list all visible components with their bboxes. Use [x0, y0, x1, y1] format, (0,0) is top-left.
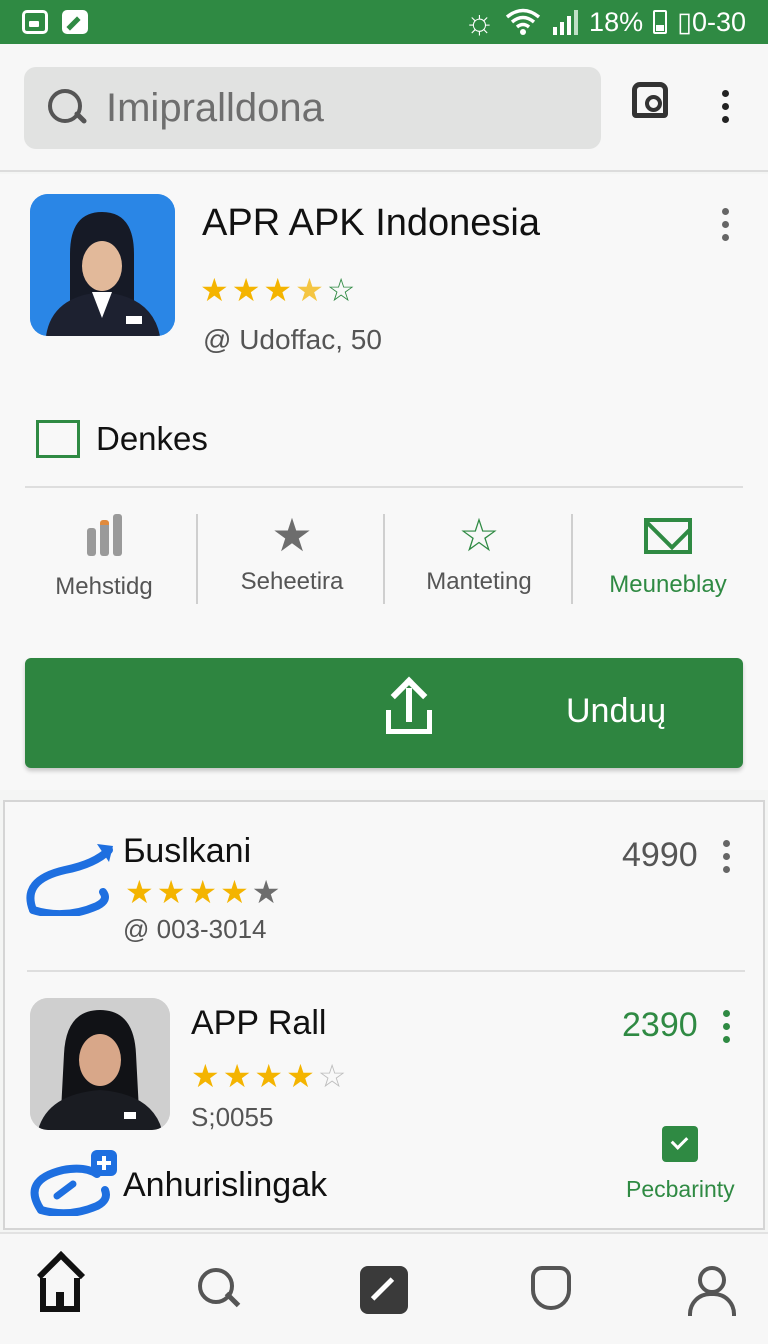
app-avatar-image	[30, 194, 175, 336]
star-outline-icon: ☆	[317, 1058, 347, 1094]
edit-icon[interactable]	[360, 1266, 408, 1314]
profile-icon[interactable]	[686, 1266, 736, 1316]
divider	[27, 970, 745, 972]
action-row: Mehstidg ★ Seheetira ☆ Manteting Meunebl…	[0, 509, 768, 606]
related-apps-list: Ƃuslkani ★ ★ ★ ★ ★ @ 003-3014 4990 APP R…	[3, 800, 765, 1230]
app-avatar[interactable]	[30, 194, 175, 336]
battery-icon	[653, 10, 668, 34]
search-icon[interactable]	[196, 1266, 244, 1314]
separator	[571, 514, 573, 604]
star-icon: ★	[251, 874, 281, 910]
action-label: Mehstidg	[55, 573, 153, 600]
top-app-bar: Imipralldona	[0, 44, 768, 172]
star-icon: ★	[231, 272, 261, 308]
store-icon[interactable]	[632, 82, 668, 118]
more-vert-icon[interactable]	[722, 90, 730, 123]
status-bar: ☼ 18% ▯0-30	[0, 0, 768, 44]
star-icon: ★	[220, 874, 249, 910]
status-right: ☼ 18% ▯0-30	[464, 5, 746, 39]
download-button-label: Unduų	[566, 692, 667, 730]
battery-percent: 18%	[589, 6, 644, 37]
star-icon: ★	[254, 1058, 284, 1094]
separator	[383, 514, 385, 604]
star-icon: ★	[188, 874, 218, 910]
bottom-navigation	[0, 1232, 768, 1344]
divider	[25, 486, 743, 488]
list-item-rating: ★ ★ ★ ★ ☆	[191, 1060, 346, 1092]
checkbox[interactable]	[36, 420, 80, 458]
more-vert-icon[interactable]	[723, 840, 731, 873]
shopping-bag-check-icon	[662, 1126, 698, 1162]
search-bar[interactable]: Imipralldona	[24, 67, 601, 149]
person-photo	[30, 998, 170, 1130]
action-label: Seheetira	[240, 568, 344, 595]
star-icon: ★	[263, 272, 293, 308]
brightness-icon: ☼	[463, 3, 496, 41]
clock: ▯0-30	[677, 6, 746, 37]
star-outline-icon: ☆	[326, 272, 356, 308]
search-icon[interactable]	[46, 87, 88, 129]
signal-icon	[553, 10, 579, 35]
list-item-rating: ★ ★ ★ ★ ★	[125, 876, 280, 908]
denkes-checkbox-row[interactable]: Denkes	[36, 420, 208, 458]
app-title: APR APK Indonesia	[202, 202, 540, 244]
star-outline-icon: ☆	[458, 509, 500, 561]
star-icon: ★	[125, 874, 154, 910]
list-item-title: APP Rall	[191, 1004, 327, 1042]
upload-icon	[382, 676, 436, 738]
action-label: Meuneblay	[609, 571, 727, 598]
shield-icon[interactable]	[531, 1266, 571, 1310]
star-filled-icon: ★	[271, 509, 313, 561]
sim-icon	[22, 10, 48, 34]
app-rating: ★ ★ ★ ★ ☆	[200, 274, 355, 306]
arrow-swirl-icon	[26, 844, 113, 916]
list-item-badge: Pecbarinty	[626, 1176, 735, 1202]
star-icon: ★	[286, 1058, 315, 1094]
star-icon: ★	[156, 874, 186, 910]
app-detail-card: APR APK Indonesia ★ ★ ★ ★ ☆ @ Udoffac, 5…	[0, 174, 768, 790]
star-icon: ★	[200, 272, 229, 308]
action-mehstidg[interactable]: Mehstidg	[14, 514, 194, 601]
separator	[196, 514, 198, 604]
bar-chart-icon	[86, 514, 122, 556]
action-meuneblay[interactable]: Meuneblay	[578, 514, 758, 599]
download-button[interactable]: Unduų	[25, 658, 743, 768]
edit-icon	[62, 10, 88, 34]
star-icon: ★	[191, 1058, 220, 1094]
search-placeholder[interactable]: Imipralldona	[106, 86, 324, 131]
list-item-count: 2390	[622, 1006, 698, 1044]
more-vert-icon[interactable]	[723, 1010, 731, 1043]
star-icon: ★	[222, 1058, 252, 1094]
wifi-icon	[505, 8, 541, 35]
list-item-title: Ƃuslkani	[123, 832, 252, 870]
list-item-meta: @ 003-3014	[123, 914, 267, 944]
status-left	[22, 10, 88, 34]
action-seheetira[interactable]: ★ Seheetira	[202, 509, 382, 596]
list-item-title: Anhurislingak	[123, 1166, 328, 1204]
star-half-icon: ★	[295, 272, 324, 308]
add-swirl-icon	[30, 1150, 117, 1216]
action-manteting[interactable]: ☆ Manteting	[389, 509, 569, 596]
app-photo	[30, 998, 170, 1130]
action-label: Manteting	[426, 568, 532, 595]
checkbox-label: Denkes	[96, 420, 208, 457]
mail-icon	[644, 518, 692, 554]
app-store-screen: ☼ 18% ▯0-30 Imipralldona APR APK Indones…	[0, 0, 768, 1344]
app-more-icon[interactable]	[722, 208, 730, 241]
app-meta: @ Udoffac, 50	[203, 324, 382, 355]
home-icon[interactable]	[40, 1278, 80, 1312]
list-item-count: 4990	[622, 836, 698, 874]
list-item-meta: S;0055	[191, 1102, 274, 1132]
